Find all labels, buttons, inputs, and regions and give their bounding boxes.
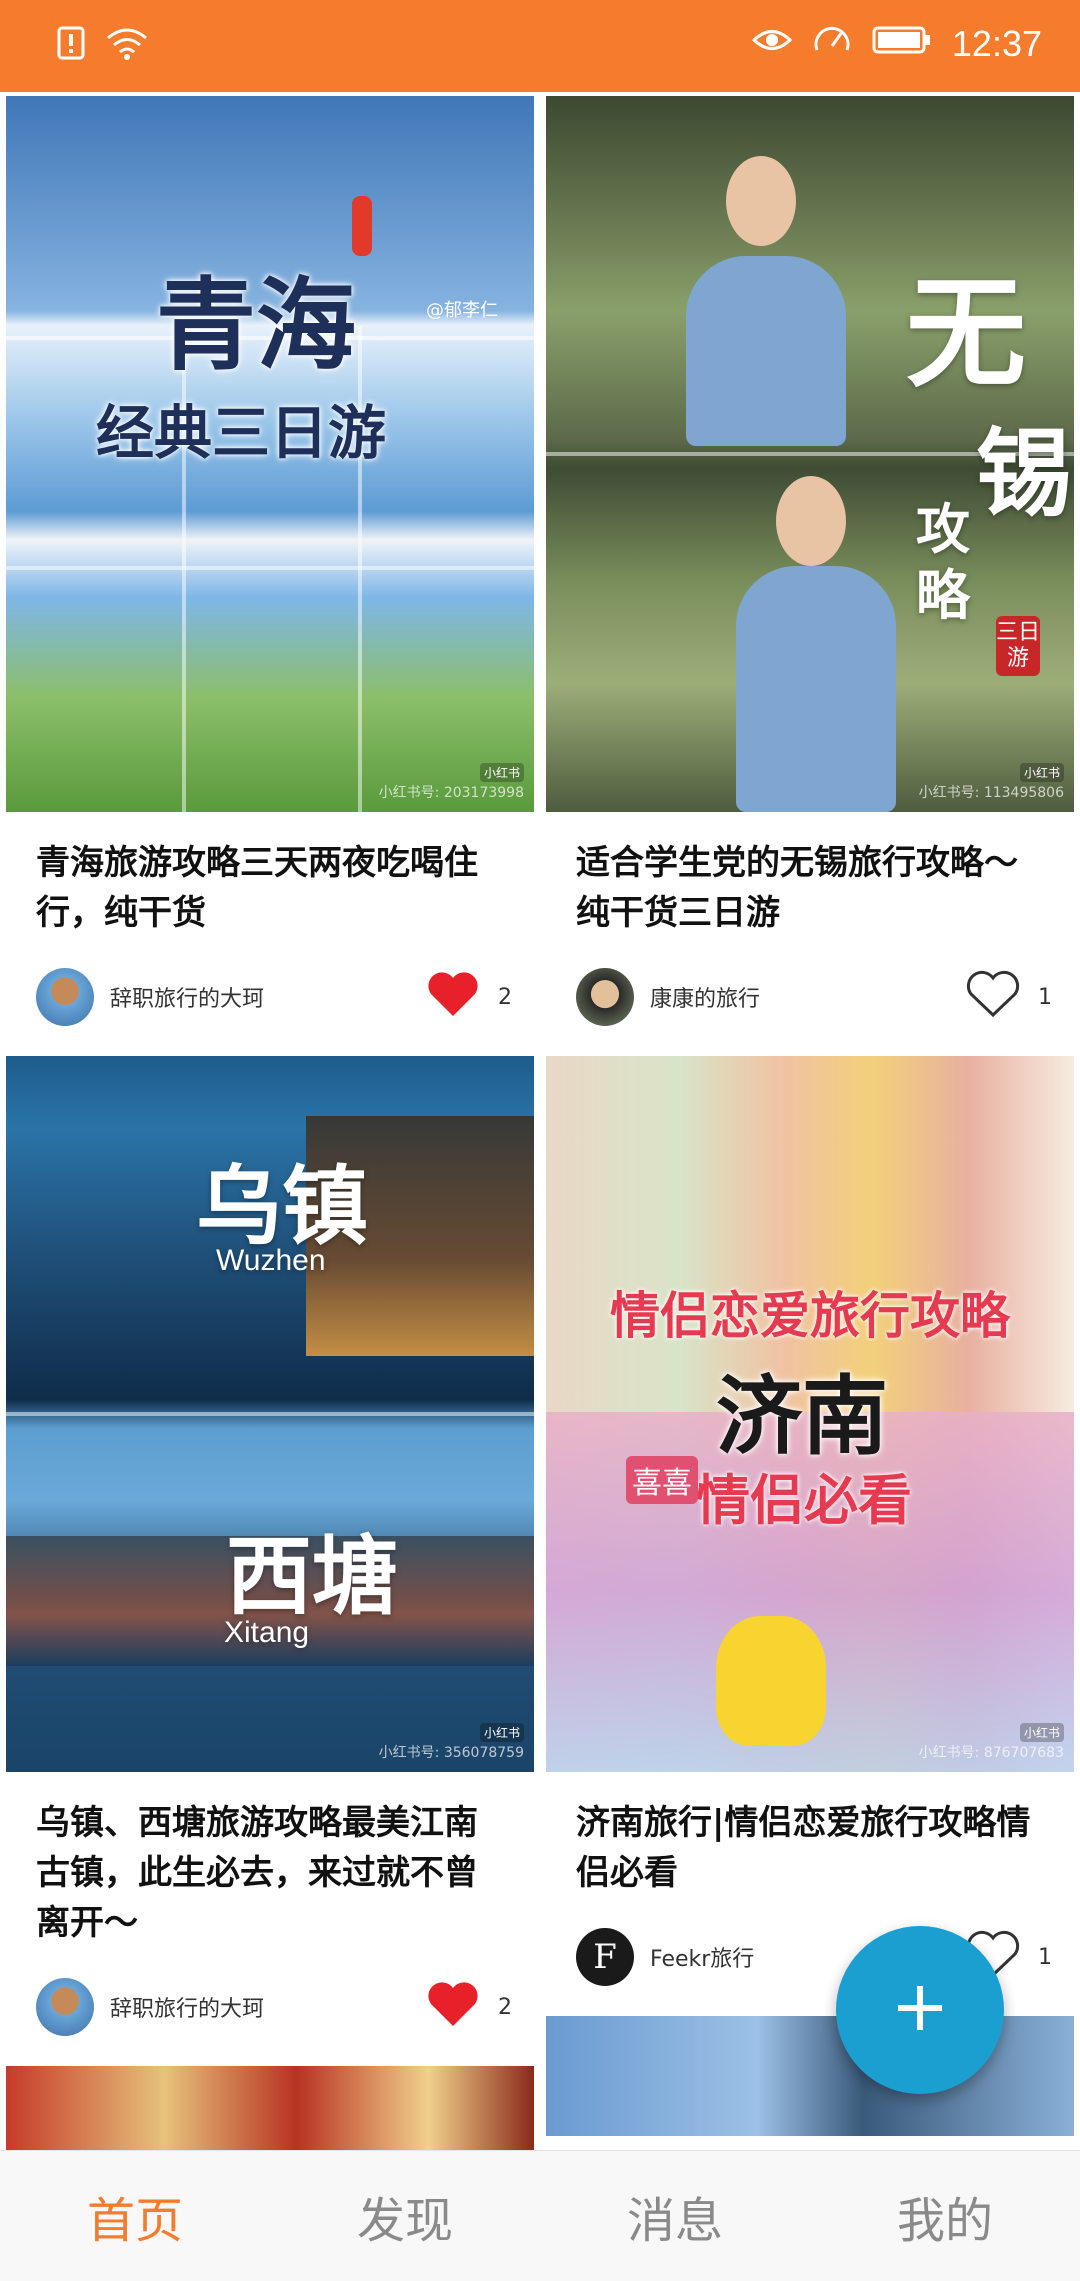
note-meta: 康康的旅行 1: [546, 960, 1074, 1034]
avatar[interactable]: F: [576, 1928, 634, 1986]
note-card[interactable]: 无 锡 攻略 三日游 小红书 小红书号: 113495806 适合学生党的无锡旅…: [546, 96, 1074, 1034]
like-button[interactable]: 2: [426, 1980, 512, 2034]
feed-column-right: 无 锡 攻略 三日游 小红书 小红书号: 113495806 适合学生党的无锡旅…: [546, 96, 1074, 2136]
note-title[interactable]: 适合学生党的无锡旅行攻略～纯干货三日游: [546, 812, 1074, 938]
cover-credit: @郁李仁: [426, 300, 498, 321]
heart-filled-icon: [426, 1980, 480, 2034]
cover-headline: 无: [906, 263, 1026, 404]
note-cover-image[interactable]: 情侣恋爱旅行攻略 济南 情侣必看 喜喜 小红书 小红书号: 876707683: [546, 1056, 1074, 1772]
cover-headline: 情侣恋爱旅行攻略: [610, 1286, 1010, 1345]
nav-tab-messages[interactable]: 消息: [540, 2151, 810, 2281]
battery-icon: [872, 24, 932, 64]
note-card[interactable]: [6, 2066, 534, 2150]
nav-tab-discover[interactable]: 发现: [270, 2151, 540, 2281]
bottom-nav: 首页 发现 消息 我的: [0, 2150, 1080, 2281]
author-name[interactable]: 康康的旅行: [650, 981, 966, 1013]
like-count: 2: [498, 984, 512, 1010]
nav-tab-home[interactable]: 首页: [0, 2151, 270, 2281]
avatar-initial: F: [593, 1937, 617, 1977]
avatar[interactable]: [576, 968, 634, 1026]
like-count: 1: [1038, 984, 1052, 1010]
cover-headline-2: 济南: [716, 1366, 888, 1467]
like-count: 2: [498, 1994, 512, 2020]
avatar[interactable]: [36, 968, 94, 1026]
cover-headline: 青海: [156, 266, 356, 384]
note-card[interactable]: 情侣恋爱旅行攻略 济南 情侣必看 喜喜 小红书 小红书号: 876707683 …: [546, 1056, 1074, 1994]
create-note-button[interactable]: [836, 1926, 1004, 2094]
cover-headline-en: Wuzhen: [216, 1244, 326, 1277]
note-cover-image[interactable]: 乌镇 Wuzhen 西塘 Xitang 小红书 小红书号: 356078759: [6, 1056, 534, 1772]
note-card[interactable]: 青海 经典三日游 @郁李仁 小红书 小红书号: 203173998 青海旅游攻略…: [6, 96, 534, 1034]
cover-watermark: 小红书号: 113495806: [918, 785, 1064, 801]
cover-subtitle: 经典三日游: [96, 399, 387, 467]
cover-watermark: 小红书号: 876707683: [918, 1745, 1064, 1761]
feed-column-left: 青海 经典三日游 @郁李仁 小红书 小红书号: 203173998 青海旅游攻略…: [6, 96, 534, 2150]
cover-tag: 小红书: [1019, 763, 1064, 782]
note-meta: 辞职旅行的大珂 2: [6, 960, 534, 1034]
note-cover-image[interactable]: 无 锡 攻略 三日游 小红书 小红书号: 113495806: [546, 96, 1074, 812]
nav-tab-me[interactable]: 我的: [810, 2151, 1080, 2281]
wifi-icon: [104, 26, 150, 64]
cover-tag: 小红书: [479, 1723, 524, 1742]
note-title[interactable]: 青海旅游攻略三天两夜吃喝住行，纯干货: [6, 812, 534, 938]
alert-icon: [56, 26, 86, 64]
note-title[interactable]: 乌镇、西塘旅游攻略最美江南古镇，此生必去，来过就不曾离开～: [6, 1772, 534, 1948]
cover-stamp: 三日游: [996, 616, 1040, 676]
cover-subtitle: 情侣必看: [696, 1468, 912, 1532]
cover-headline-b: 锡: [976, 417, 1072, 530]
cover-headline-2-en: Xitang: [224, 1616, 310, 1649]
like-count: 1: [1038, 1944, 1052, 1970]
note-cover-image[interactable]: [6, 2066, 534, 2150]
author-name[interactable]: 辞职旅行的大珂: [110, 1991, 426, 2023]
note-cover-image[interactable]: 青海 经典三日游 @郁李仁 小红书 小红书号: 203173998: [6, 96, 534, 812]
like-button[interactable]: 2: [426, 970, 512, 1024]
author-name[interactable]: 辞职旅行的大珂: [110, 981, 426, 1013]
like-button[interactable]: 1: [966, 970, 1052, 1024]
cover-side-text: 攻略: [916, 497, 970, 627]
cover-tag: 小红书: [479, 763, 524, 782]
status-bar: 12:37: [0, 0, 1080, 92]
cover-headline: 乌镇: [196, 1156, 368, 1257]
cover-tag: 小红书: [1019, 1723, 1064, 1742]
avatar[interactable]: [36, 1978, 94, 2036]
cover-watermark: 小红书号: 356078759: [378, 1745, 524, 1761]
note-title[interactable]: 济南旅行|情侣恋爱旅行攻略情侣必看: [546, 1772, 1074, 1898]
cover-watermark: 小红书号: 203173998: [378, 785, 524, 801]
plus-icon: [896, 1984, 944, 2036]
speed-icon: [812, 22, 852, 65]
heart-filled-icon: [426, 970, 480, 1024]
heart-outline-icon: [966, 970, 1020, 1024]
note-meta: 辞职旅行的大珂 2: [6, 1970, 534, 2044]
cover-sign: 喜喜: [626, 1456, 698, 1504]
cover-headline-2: 西塘: [226, 1526, 398, 1627]
eye-icon: [751, 24, 793, 64]
note-feed[interactable]: 青海 经典三日游 @郁李仁 小红书 小红书号: 203173998 青海旅游攻略…: [0, 92, 1080, 2150]
note-card[interactable]: 乌镇 Wuzhen 西塘 Xitang 小红书 小红书号: 356078759 …: [6, 1056, 534, 2044]
status-time: 12:37: [951, 22, 1042, 64]
